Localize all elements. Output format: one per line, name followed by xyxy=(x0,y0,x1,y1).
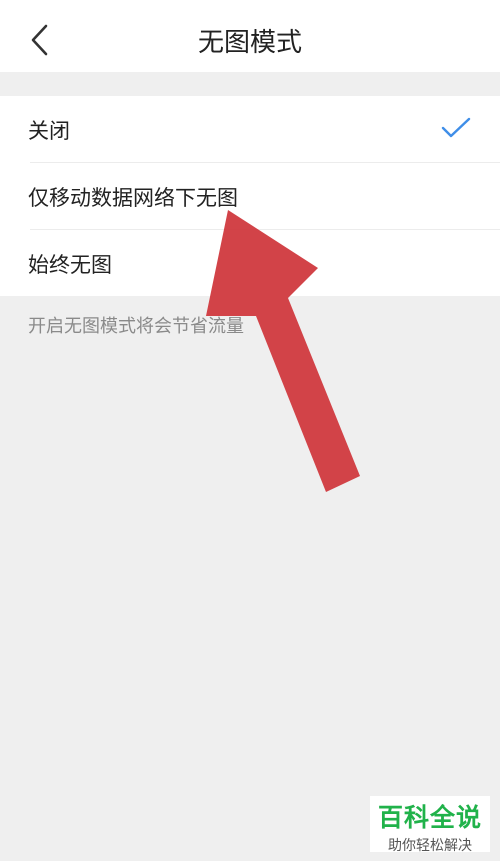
option-label: 仅移动数据网络下无图 xyxy=(28,186,238,210)
checkmark-icon xyxy=(441,117,471,138)
hint-text: 开启无图模式将会节省流量 xyxy=(28,316,244,337)
option-off[interactable]: 关闭 xyxy=(0,96,500,162)
top-bar: 无图模式 xyxy=(0,0,500,72)
image-mode-options: 关闭 仅移动数据网络下无图 始终无图 xyxy=(0,96,500,296)
option-always-no-images[interactable]: 始终无图 xyxy=(0,230,500,296)
watermark-title: 百科全说 xyxy=(377,803,482,832)
page-title: 无图模式 xyxy=(197,28,302,58)
watermark-logo: 百科全说 助你轻松解决 xyxy=(370,796,490,854)
option-mobile-data-no-images[interactable]: 仅移动数据网络下无图 xyxy=(0,163,500,229)
option-label: 始终无图 xyxy=(28,253,112,277)
watermark-subtitle: 助你轻松解决 xyxy=(388,838,472,854)
option-label: 关闭 xyxy=(28,119,70,143)
